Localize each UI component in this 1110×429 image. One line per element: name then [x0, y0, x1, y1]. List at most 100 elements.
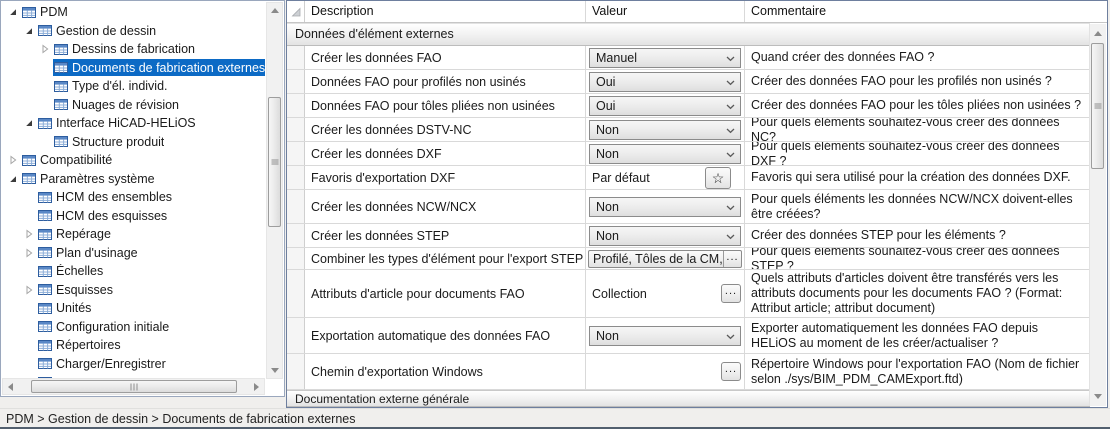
scrollbar-thumb[interactable] [31, 380, 237, 393]
tree-item-label: Nuages de révision [72, 98, 179, 112]
table-grid-icon [22, 172, 36, 185]
tree-item[interactable]: Documents de fabrication externes [2, 59, 265, 78]
tree-item-content[interactable]: HCM des ensembles [37, 189, 265, 206]
browse-button[interactable]: ... [721, 284, 741, 303]
scroll-down-button[interactable] [1090, 389, 1105, 404]
tree-item-content[interactable]: Nuages de révision [53, 96, 265, 113]
column-header-commentaire[interactable]: Commentaire [745, 1, 1107, 22]
favorites-star-button[interactable]: ☆ [705, 167, 731, 189]
tree-item-content[interactable]: Repérage [37, 226, 265, 243]
value-picker-button[interactable]: Profilé, Tôles de la CM, T... [588, 250, 742, 268]
tree-item[interactable]: Type d'él. individ. [2, 77, 265, 96]
tree-item-content[interactable]: Échelles [37, 263, 265, 280]
section-header-external-documentation[interactable]: Documentation externe générale [287, 390, 1090, 407]
tree-item-content[interactable]: Documents de fabrication externes [53, 59, 265, 76]
value-dropdown[interactable]: Non [589, 226, 741, 246]
tree-item-content[interactable]: Configuration initiale [37, 318, 265, 335]
tree-item-content[interactable]: HCM des esquisses [37, 207, 265, 224]
expand-arrow-icon[interactable] [21, 284, 37, 296]
value-dropdown[interactable]: Non [589, 120, 741, 140]
setting-value-cell: Non [586, 224, 745, 247]
tree-item-content[interactable]: Charger/Enregistrer [37, 355, 265, 372]
tree-item-content[interactable]: PDM [21, 4, 265, 21]
setting-description: Créer les données STEP [305, 224, 586, 247]
collapse-arrow-icon[interactable] [5, 173, 21, 185]
value-dropdown[interactable]: Non [589, 326, 741, 346]
arrow-down-icon [271, 368, 279, 373]
setting-description: Chemin d'exportation Windows [305, 354, 586, 389]
setting-comment: Créer des données FAO pour les tôles pli… [745, 94, 1090, 117]
tree-vertical-scrollbar[interactable] [266, 2, 283, 379]
tree-item[interactable]: Dessins de fabrication [2, 40, 265, 59]
tree-item[interactable]: Unités [2, 299, 265, 318]
expand-arrow-icon[interactable] [21, 247, 37, 259]
scrollbar-thumb[interactable] [268, 97, 281, 227]
scroll-right-button[interactable] [249, 379, 264, 394]
value-dropdown[interactable]: Oui [589, 72, 741, 92]
tree-item[interactable]: Plan d'usinage [2, 244, 265, 263]
collapse-arrow-icon[interactable] [5, 6, 21, 18]
tree-item[interactable]: Paramètres système [2, 170, 265, 189]
column-header-description[interactable]: Description [305, 1, 586, 22]
expand-arrow-icon[interactable] [37, 43, 53, 55]
table-grid-icon [38, 209, 52, 222]
picker-value-text: Profilé, Tôles de la CM, T [589, 252, 723, 266]
value-dropdown[interactable]: Manuel [589, 48, 741, 68]
scroll-down-button[interactable] [267, 363, 282, 378]
tree-item[interactable]: Répertoires [2, 336, 265, 355]
tree-item-label: Configuration initiale [56, 320, 169, 334]
scroll-left-button[interactable] [3, 379, 18, 394]
table-grid-icon [22, 6, 36, 19]
tree-horizontal-scrollbar[interactable] [2, 378, 265, 395]
collapse-arrow-icon[interactable] [21, 117, 37, 129]
tree-item-content[interactable]: Gestion de dessin [37, 22, 265, 39]
tree-item-content[interactable]: Type d'él. individ. [53, 78, 265, 95]
value-dropdown[interactable]: Non [589, 197, 741, 217]
tree-item[interactable]: Esquisses [2, 281, 265, 300]
dropdown-selected-value: Oui [596, 99, 726, 113]
tree-item[interactable]: Configuration initiale [2, 318, 265, 337]
tree-item-content[interactable]: Unités [37, 300, 265, 317]
grid-vertical-scrollbar[interactable] [1089, 24, 1106, 406]
section-header-external-element-data[interactable]: Données d'élément externes [287, 23, 1090, 46]
tree-item[interactable]: PDM [2, 3, 265, 22]
tree-item-content[interactable]: Paramètres système [21, 170, 265, 187]
setting-comment: Pour quels éléments souhaitez-vous créer… [745, 142, 1090, 165]
scrollbar-thumb[interactable] [1091, 43, 1104, 169]
tree-item-content[interactable]: Plan d'usinage [37, 244, 265, 261]
browse-button[interactable]: ... [721, 362, 741, 381]
tree-item[interactable]: Échelles [2, 262, 265, 281]
table-grid-icon [54, 135, 68, 148]
collapse-arrow-icon[interactable] [21, 25, 37, 37]
tree-item-content[interactable]: Esquisses [37, 281, 265, 298]
tree-item-label: Compatibilité [40, 153, 112, 167]
tree-item-content[interactable]: Répertoires [37, 337, 265, 354]
scroll-up-button[interactable] [267, 3, 282, 18]
tree-item-content[interactable]: Dessins de fabrication [53, 41, 265, 58]
tree-item[interactable]: Interface HiCAD-HELiOS [2, 114, 265, 133]
setting-value-cell: Oui [586, 94, 745, 117]
value-dropdown[interactable]: Non [589, 144, 741, 164]
tree-item[interactable]: Repérage [2, 225, 265, 244]
column-header-valeur[interactable]: Valeur [586, 1, 745, 22]
tree-item[interactable]: HCM des ensembles [2, 188, 265, 207]
table-grid-icon [22, 154, 36, 167]
scroll-up-button[interactable] [1090, 26, 1105, 41]
expand-arrow-icon[interactable] [5, 154, 21, 166]
tree-item[interactable]: HCM des esquisses [2, 207, 265, 226]
setting-value-cell: Profilé, Tôles de la CM, T... [586, 248, 745, 269]
tree-item-content[interactable]: Compatibilité [21, 152, 265, 169]
tree-item[interactable]: Structure produit [2, 133, 265, 152]
expand-arrow-icon[interactable] [21, 228, 37, 240]
table-grid-icon [38, 265, 52, 278]
tree-item[interactable]: Charger/Enregistrer [2, 355, 265, 374]
tree-item-content[interactable]: Structure produit [53, 133, 265, 150]
tree-indent-spacer [21, 302, 37, 314]
tree-item[interactable]: Nuages de révision [2, 96, 265, 115]
table-grid-icon [38, 246, 52, 259]
tree-item-content[interactable]: Interface HiCAD-HELiOS [37, 115, 265, 132]
value-dropdown[interactable]: Oui [589, 96, 741, 116]
tree-item[interactable]: Gestion de dessin [2, 22, 265, 41]
setting-value-cell: Non [586, 142, 745, 165]
tree-item[interactable]: Compatibilité [2, 151, 265, 170]
